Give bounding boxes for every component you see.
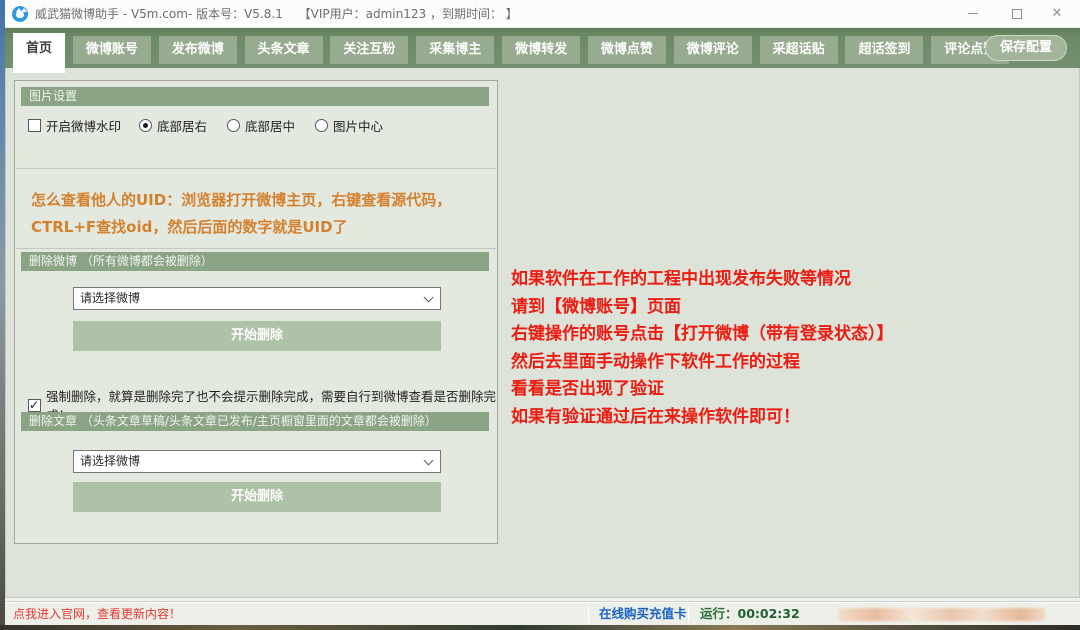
delete-weibo-start-button[interactable]: 开始删除 xyxy=(73,321,441,351)
maximize-button[interactable] xyxy=(1002,0,1032,28)
image-settings-controls: 开启微博水印 底部居右 底部居中 图片中心 xyxy=(28,117,383,133)
official-site-link[interactable]: 点我进入官网，查看更新内容！ xyxy=(13,603,181,625)
watermark-label[interactable]: 开启微博水印 xyxy=(46,116,121,135)
main-content: 图片设置 开启微博水印 底部居右 底部居中 图片中心 怎么查看他人的UID：浏览… xyxy=(5,68,1080,598)
delete-article-select-value: 请选择微博 xyxy=(80,454,140,468)
desktop-edge-bottom xyxy=(0,625,1080,630)
chevron-down-icon xyxy=(425,294,433,302)
radio-bottom-center-label[interactable]: 底部居中 xyxy=(245,116,295,135)
notice-line-2: 请到【微博账号】页面 xyxy=(511,294,894,322)
chevron-down-icon xyxy=(425,457,433,465)
tab-weibo-comment[interactable]: 微博评论 xyxy=(674,36,752,64)
runtime-display: 运行：00:02:32 xyxy=(700,603,800,625)
app-cat-icon xyxy=(12,6,28,22)
tab-strip: 首页 微博账号 发布微博 头条文章 关注互粉 采集博主 微博转发 微博点赞 微博… xyxy=(11,28,1011,68)
radio-bottom-center[interactable] xyxy=(227,119,240,132)
divider xyxy=(16,248,496,249)
delete-weibo-select-value: 请选择微博 xyxy=(80,291,140,305)
force-delete-checkbox[interactable] xyxy=(28,399,41,412)
delete-article-header: 删除文章 （头条文章草稿/头条文章已发布/主页橱窗里面的文章都会被删除） xyxy=(21,412,489,431)
tab-weibo-like[interactable]: 微博点赞 xyxy=(588,36,666,64)
settings-panel: 图片设置 开启微博水印 底部居右 底部居中 图片中心 怎么查看他人的UID：浏览… xyxy=(14,80,498,544)
tab-collect-bloggers[interactable]: 采集博主 xyxy=(416,36,494,64)
delete-weibo-account-select[interactable]: 请选择微博 xyxy=(73,287,441,310)
window-title: 威武猫微博助手 - V5m.com- 版本号：V5.8.1 【VIP用户：adm… xyxy=(35,0,518,28)
divider xyxy=(16,168,496,169)
uid-tip-line1: 怎么查看他人的UID：浏览器打开微博主页，右键查看源代码， xyxy=(31,187,451,214)
status-bar: 点我进入官网，查看更新内容！ 在线购买充值卡 运行：00:02:32 xyxy=(5,602,1080,625)
minimize-button[interactable] xyxy=(958,0,988,28)
statusbar-separator xyxy=(688,606,689,622)
delete-weibo-header: 删除微博 （所有微博都会被删除） xyxy=(21,252,489,271)
radio-bottom-right[interactable] xyxy=(139,119,152,132)
redacted-area xyxy=(838,608,1045,621)
tab-weibo-repost[interactable]: 微博转发 xyxy=(502,36,580,64)
radio-bottom-right-label[interactable]: 底部居右 xyxy=(157,116,207,135)
watermark-checkbox[interactable] xyxy=(28,119,41,132)
uid-tip-line2: CTRL+F查找oid，然后后面的数字就是UID了 xyxy=(31,214,451,241)
close-button[interactable]: ✕ xyxy=(1042,0,1072,28)
title-bar: 威武猫微博助手 - V5m.com- 版本号：V5.8.1 【VIP用户：adm… xyxy=(5,0,1080,28)
delete-article-start-button[interactable]: 开始删除 xyxy=(73,482,441,512)
notice-line-1: 如果软件在工作的工程中出现发布失败等情况 xyxy=(511,266,894,294)
tab-collect-supertopic-posts[interactable]: 采超话贴 xyxy=(760,36,838,64)
tab-supertopic-checkin[interactable]: 超话签到 xyxy=(845,36,923,64)
uid-tip-text: 怎么查看他人的UID：浏览器打开微博主页，右键查看源代码， CTRL+F查找oi… xyxy=(31,187,451,241)
save-config-button[interactable]: 保存配置 xyxy=(985,35,1067,61)
notice-line-3: 右键操作的账号点击【打开微博（带有登录状态）】 xyxy=(511,321,894,349)
notice-line-6: 如果有验证通过后在来操作软件即可！ xyxy=(511,404,894,432)
tab-follow-mutual[interactable]: 关注互粉 xyxy=(330,36,408,64)
tab-weibo-accounts[interactable]: 微博账号 xyxy=(73,36,151,64)
tab-bar: 首页 微博账号 发布微博 头条文章 关注互粉 采集博主 微博转发 微博点赞 微博… xyxy=(5,28,1080,68)
runtime-label: 运行： xyxy=(700,606,738,621)
tab-home[interactable]: 首页 xyxy=(13,33,65,73)
delete-article-account-select[interactable]: 请选择微博 xyxy=(73,450,441,473)
tab-headline-articles[interactable]: 头条文章 xyxy=(245,36,323,64)
buy-recharge-card-link[interactable]: 在线购买充值卡 xyxy=(599,603,687,625)
notice-line-4: 然后去里面手动操作下软件工作的过程 xyxy=(511,349,894,377)
tab-publish-weibo[interactable]: 发布微博 xyxy=(159,36,237,64)
image-settings-header: 图片设置 xyxy=(21,87,489,106)
runtime-value: 00:02:32 xyxy=(738,606,800,621)
radio-image-center[interactable] xyxy=(315,119,328,132)
statusbar-separator xyxy=(588,606,589,622)
failure-notice-text: 如果软件在工作的工程中出现发布失败等情况 请到【微博账号】页面 右键操作的账号点… xyxy=(511,266,894,431)
radio-image-center-label[interactable]: 图片中心 xyxy=(333,116,383,135)
statusbar-separator xyxy=(782,606,783,622)
notice-line-5: 看看是否出现了验证 xyxy=(511,376,894,404)
